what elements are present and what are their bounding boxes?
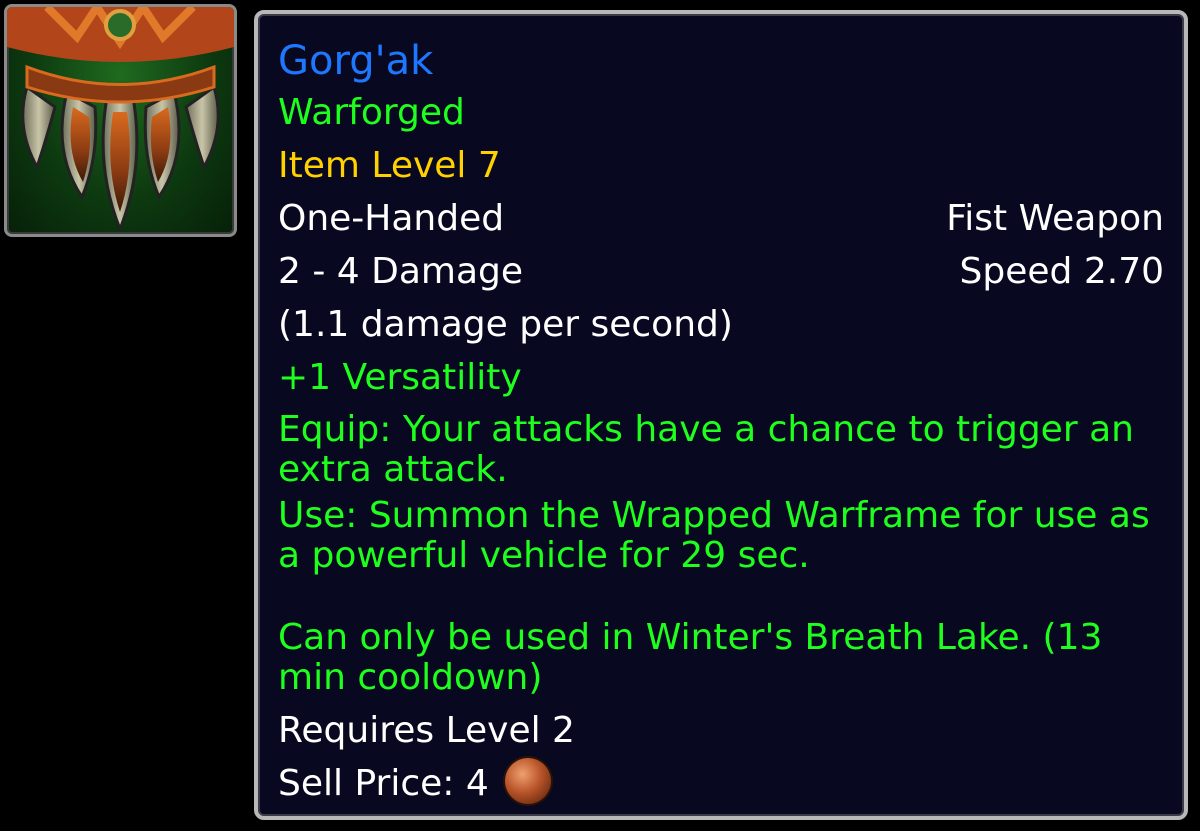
item-tag: Warforged (278, 92, 465, 133)
item-name: Gorg'ak (278, 38, 434, 84)
equip-effect: Equip: Your attacks have a chance to tri… (278, 409, 1134, 490)
sell-price-amount: 4 (465, 763, 489, 804)
item-dps: (1.1 damage per second) (278, 304, 733, 345)
item-level: Item Level 7 (278, 145, 501, 186)
fist-weapon-icon[interactable] (4, 4, 237, 237)
sell-price: Sell Price: 4 (278, 757, 1164, 810)
damage-speed-row: 2 - 4 Damage Speed 2.70 (278, 245, 1164, 298)
item-type: Fist Weapon (946, 198, 1164, 239)
copper-coin-icon (504, 758, 551, 804)
use-description: Use: Summon the Wrapped Warframe for use… (278, 495, 1150, 576)
slot-type-row: One-Handed Fist Weapon (278, 192, 1164, 245)
item-stat: +1 Versatility (278, 357, 522, 398)
required-level: Requires Level 2 (278, 710, 575, 751)
item-slot: One-Handed (278, 198, 505, 239)
item-damage: 2 - 4 Damage (278, 251, 524, 292)
use-note: Can only be used in Winter's Breath Lake… (278, 617, 1103, 698)
sell-price-label: Sell Price: (278, 763, 455, 804)
use-effect: Use: Summon the Wrapped Warframe for use… (278, 496, 1164, 698)
item-tooltip: Gorg'ak Warforged Item Level 7 One-Hande… (254, 10, 1188, 820)
item-speed: Speed 2.70 (959, 251, 1164, 292)
